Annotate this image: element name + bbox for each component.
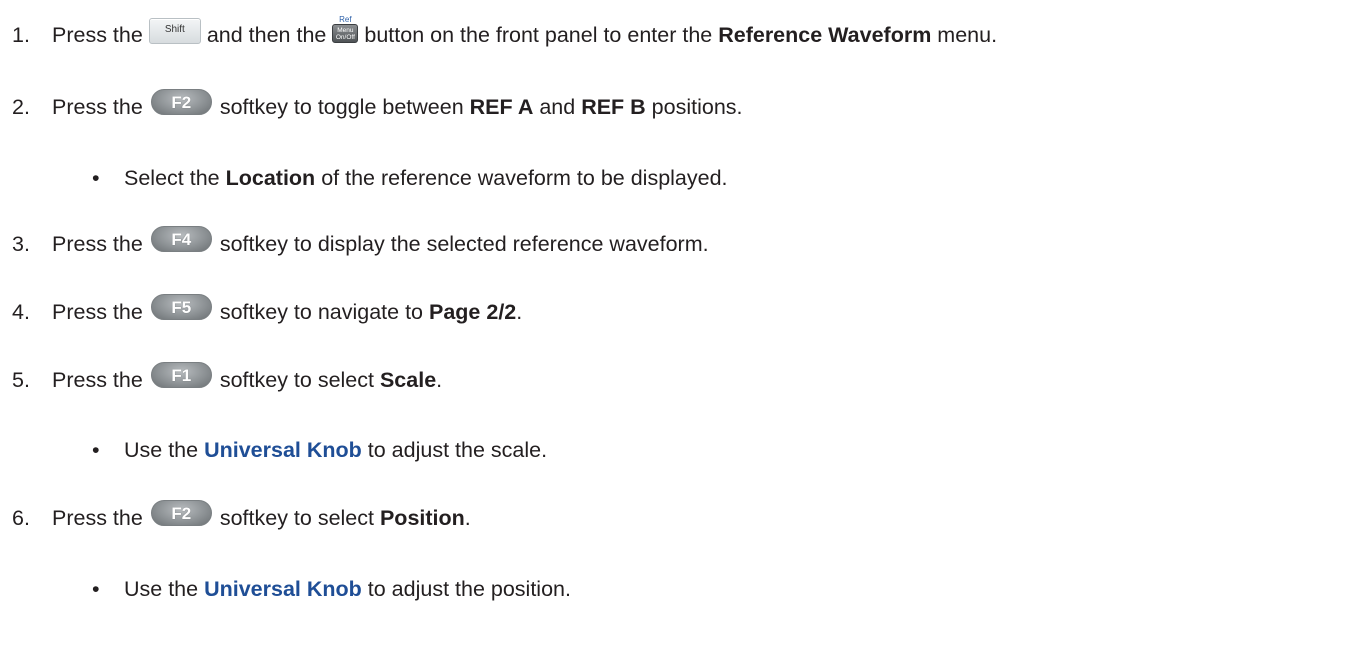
step-text: positions. xyxy=(651,94,743,119)
step-text: Press the xyxy=(52,231,143,256)
bullet-marker: • xyxy=(92,165,100,190)
step-text: Press the xyxy=(52,94,143,119)
step-5: 5. Press the F1 softkey to select Scale. xyxy=(0,360,442,400)
menu-on-off-key: Menu On/Off xyxy=(332,24,359,43)
step-text: softkey to navigate to xyxy=(219,299,424,324)
step-1: 1. Press the Shift and then the Ref Menu… xyxy=(0,15,997,55)
step-text: Press the xyxy=(52,367,143,392)
substep-location: • Select the Location of the reference w… xyxy=(0,158,728,198)
substep-scale-knob: • Use the Universal Knob to adjust the s… xyxy=(0,430,547,470)
step-text: . xyxy=(436,367,443,392)
step-text: Use the xyxy=(124,437,199,462)
step-3: 3. Press the F4 softkey to display the s… xyxy=(0,224,709,264)
softkey-f2-icon: F2 xyxy=(150,500,212,526)
step-text: Use the xyxy=(124,576,199,601)
step-text: Press the xyxy=(52,299,143,324)
step-number: 5. xyxy=(12,367,30,392)
softkey-f4-icon: F4 xyxy=(150,226,212,252)
step-text: to adjust the position. xyxy=(367,576,571,601)
emphasis-text: Reference Waveform xyxy=(718,22,932,47)
step-text: and xyxy=(539,94,576,119)
ref-key-label: Ref xyxy=(339,15,352,24)
step-text: softkey to toggle between xyxy=(219,94,464,119)
substep-position-knob: • Use the Universal Knob to adjust the p… xyxy=(0,569,571,609)
emphasis-text: REF B xyxy=(581,94,646,119)
softkey-f1-icon: F1 xyxy=(150,362,212,388)
step-text: Select the xyxy=(124,165,220,190)
instruction-page: 1. Press the Shift and then the Ref Menu… xyxy=(0,0,1351,662)
step-text: of the reference waveform to be displaye… xyxy=(321,165,728,190)
step-number: 1. xyxy=(12,22,30,47)
step-text: softkey to select xyxy=(219,367,374,392)
step-text: button on the front panel to enter the xyxy=(364,22,713,47)
bullet-marker: • xyxy=(92,576,100,601)
universal-knob-link[interactable]: Universal Knob xyxy=(204,577,362,602)
bullet-marker: • xyxy=(92,437,100,462)
step-text: softkey to select xyxy=(219,505,374,530)
step-text: . xyxy=(516,299,523,324)
step-number: 2. xyxy=(12,94,30,119)
universal-knob-link[interactable]: Universal Knob xyxy=(204,438,362,463)
shift-key-icon: Shift xyxy=(148,18,201,44)
emphasis-text: Position xyxy=(379,505,465,530)
step-text: Press the xyxy=(52,22,143,47)
step-number: 6. xyxy=(12,505,30,530)
step-number: 3. xyxy=(12,231,30,256)
step-number: 4. xyxy=(12,299,30,324)
on-off-key-label: On/Off xyxy=(335,33,355,41)
step-text: and then the xyxy=(206,22,327,47)
emphasis-text: REF A xyxy=(469,94,534,119)
ref-menu-key-icon: Ref Menu On/Off xyxy=(332,15,359,43)
step-text: . xyxy=(464,505,471,530)
step-text: Press the xyxy=(52,505,143,530)
step-6: 6. Press the F2 softkey to select Positi… xyxy=(0,498,471,538)
step-2: 2. Press the F2 softkey to toggle betwee… xyxy=(0,87,743,127)
emphasis-text: Scale xyxy=(379,367,437,392)
emphasis-text: Page 2/2 xyxy=(429,299,517,324)
step-text: softkey to display the selected referenc… xyxy=(219,231,709,256)
softkey-f5-icon: F5 xyxy=(150,294,212,320)
menu-key-label: Menu xyxy=(337,26,354,34)
step-text: menu. xyxy=(937,22,998,47)
softkey-f2-icon: F2 xyxy=(150,89,212,115)
step-text: to adjust the scale. xyxy=(367,437,548,462)
emphasis-text: Location xyxy=(225,165,316,190)
step-4: 4. Press the F5 softkey to navigate to P… xyxy=(0,292,522,332)
